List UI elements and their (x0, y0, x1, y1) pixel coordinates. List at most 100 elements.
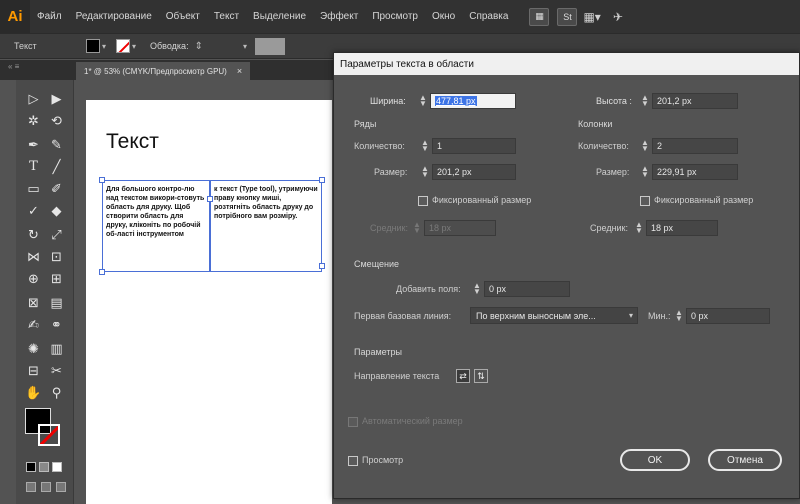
screen-mode-icon[interactable] (41, 482, 51, 492)
rows-size-stepper-icon[interactable]: ▲ ▼ (420, 165, 430, 179)
cancel-button[interactable]: Отмена (708, 449, 782, 471)
bounding-handle-tl[interactable] (99, 177, 105, 183)
fill-swatch[interactable] (86, 39, 100, 53)
text-flow-rows-icon[interactable]: ⇄ (456, 369, 470, 383)
area-text-frame-left[interactable]: Для большого контро-лю над текстом викор… (102, 180, 210, 272)
variable-width-field[interactable] (254, 37, 285, 55)
stroke-weight-stepper-icon[interactable]: ⇕ (195, 41, 203, 52)
inset-spacing-value: 0 px (489, 284, 507, 294)
eyedropper-tool-icon[interactable]: ✍ (22, 314, 45, 335)
first-baseline-dropdown[interactable]: По верхним выносным эле... ▾ (470, 307, 638, 324)
width-input[interactable]: 477,81 px (430, 93, 516, 109)
zoom-tool-icon[interactable]: ⚲ (45, 382, 68, 403)
artboard-tool-icon[interactable]: ⊟ (22, 360, 45, 381)
columns-size-input[interactable]: 229,91 px (652, 164, 738, 180)
area-text-column-1[interactable]: Для большого контро-лю над текстом викор… (106, 185, 206, 239)
columns-size-stepper-icon[interactable]: ▲ ▼ (640, 165, 650, 179)
direct-selection-tool-icon[interactable]: ▶ (45, 88, 68, 109)
rows-gutter-input: 18 px (424, 220, 496, 236)
rows-count-stepper-icon[interactable]: ▲ ▼ (420, 139, 430, 153)
stroke-color-box[interactable] (38, 424, 60, 446)
columns-gutter-stepper-icon[interactable]: ▲ ▼ (634, 221, 644, 235)
bounding-handle-tr[interactable] (319, 177, 325, 183)
menu-effect[interactable]: Эффект (313, 11, 365, 22)
columns-fixed-checkbox[interactable] (640, 196, 650, 206)
area-text-column-2[interactable]: к текст (Type tool), утримуючи праву кно… (214, 185, 318, 221)
columns-count-input[interactable]: 2 (652, 138, 738, 154)
menu-help[interactable]: Справка (462, 11, 515, 22)
bounding-handle-mid[interactable] (207, 196, 213, 202)
symbol-sprayer-tool-icon[interactable]: ✺ (22, 338, 45, 359)
gpu-performance-icon[interactable]: ✈ (613, 10, 623, 24)
curvature-tool-icon[interactable]: ✎ (45, 134, 68, 155)
menu-type[interactable]: Текст (207, 11, 246, 22)
stock-icon[interactable]: St (557, 7, 578, 26)
bounding-handle-bl[interactable] (99, 269, 105, 275)
document-tab[interactable]: 1* @ 53% (CMYK/Предпросмотр GPU) × (76, 62, 251, 80)
preview-checkbox[interactable] (348, 456, 358, 466)
width-stepper-icon[interactable]: ▲ ▼ (418, 94, 428, 108)
selection-tool-icon[interactable]: ▷ (22, 88, 45, 109)
menu-object[interactable]: Объект (159, 11, 207, 22)
dialog-title: Параметры текста в области (334, 53, 799, 75)
columns-count-stepper-icon[interactable]: ▲ ▼ (640, 139, 650, 153)
slice-tool-icon[interactable]: ✂ (45, 360, 68, 381)
columns-gutter-input[interactable]: 18 px (646, 220, 718, 236)
line-tool-icon[interactable]: ╱ (45, 156, 68, 177)
height-input[interactable]: 201,2 px (652, 93, 738, 109)
chevron-down-icon[interactable]: ▾ (102, 42, 106, 51)
gradient-tool-icon[interactable]: ▤ (45, 292, 68, 313)
stroke-swatch[interactable] (116, 39, 131, 53)
blend-tool-icon[interactable]: ⚭ (45, 314, 68, 335)
area-text-frame-right[interactable]: к текст (Type tool), утримуючи праву кно… (210, 180, 322, 272)
min-stepper-icon[interactable]: ▲ ▼ (674, 309, 684, 323)
none-mode-icon[interactable] (52, 462, 62, 472)
min-input[interactable]: 0 px (686, 308, 770, 324)
lasso-tool-icon[interactable]: ⟲ (45, 110, 68, 131)
width-value[interactable]: 477,81 px (435, 96, 477, 106)
width-tool-icon[interactable]: ⋈ (22, 246, 45, 267)
edit-toolbar-icon[interactable] (56, 482, 66, 492)
panel-grip-icon[interactable]: « ≡ (8, 62, 68, 78)
rectangle-tool-icon[interactable]: ▭ (22, 178, 45, 199)
chevron-down-icon[interactable]: ▾ (132, 42, 136, 51)
artboard[interactable]: Текст Для большого контро-лю над текстом… (86, 100, 332, 504)
perspective-grid-tool-icon[interactable]: ⊞ (45, 268, 68, 289)
chevron-down-icon[interactable]: ▾ (243, 42, 247, 51)
rows-count-input[interactable]: 1 (432, 138, 516, 154)
hand-tool-icon[interactable]: ✋ (22, 382, 45, 403)
columns-size-label: Размер: (596, 167, 630, 177)
bounding-handle-br[interactable] (319, 263, 325, 269)
menu-view[interactable]: Просмотр (365, 11, 425, 22)
ok-button[interactable]: OK (620, 449, 690, 471)
mesh-tool-icon[interactable]: ⊠ (22, 292, 45, 313)
height-stepper-icon[interactable]: ▲ ▼ (640, 94, 650, 108)
menu-file[interactable]: Файл (30, 11, 69, 22)
inset-spacing-input[interactable]: 0 px (484, 281, 570, 297)
rows-fixed-checkbox[interactable] (418, 196, 428, 206)
column-graph-tool-icon[interactable]: ▥ (45, 338, 68, 359)
bridge-icon[interactable]: ▦ (529, 7, 550, 26)
inset-stepper-icon[interactable]: ▲ ▼ (472, 282, 482, 296)
gradient-mode-icon[interactable] (39, 462, 49, 472)
type-tool-icon[interactable]: T (22, 156, 45, 177)
pen-tool-icon[interactable]: ✒ (22, 134, 45, 155)
color-mode-icon[interactable] (26, 462, 36, 472)
shaper-tool-icon[interactable]: ✓ (22, 200, 45, 221)
rotate-tool-icon[interactable]: ↻ (22, 224, 45, 245)
paintbrush-tool-icon[interactable]: ✐ (45, 178, 68, 199)
close-icon[interactable]: × (237, 66, 242, 76)
shape-builder-tool-icon[interactable]: ⊕ (22, 268, 45, 289)
draw-normal-icon[interactable] (26, 482, 36, 492)
menu-select[interactable]: Выделение (246, 11, 313, 22)
eraser-tool-icon[interactable]: ◆ (45, 200, 68, 221)
free-transform-tool-icon[interactable]: ⊡ (45, 246, 68, 267)
text-flow-columns-icon[interactable]: ⇅ (474, 369, 488, 383)
menu-window[interactable]: Окно (425, 11, 462, 22)
workspace-switcher-icon[interactable]: ▦▾ (583, 10, 600, 24)
rows-size-input[interactable]: 201,2 px (432, 164, 516, 180)
scale-tool-icon[interactable]: ⤢ (45, 224, 68, 245)
magic-wand-tool-icon[interactable]: ✲ (22, 110, 45, 131)
artboard-heading-text[interactable]: Текст (106, 130, 159, 154)
menu-edit[interactable]: Редактирование (69, 11, 159, 22)
